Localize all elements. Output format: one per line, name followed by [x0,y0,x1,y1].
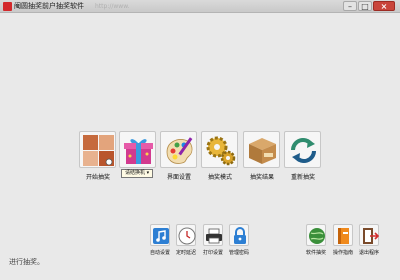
interface-settings-button[interactable] [160,131,197,168]
music-icon [153,228,169,244]
title-bar: 阉圆抽奖前户抽奖软件 http://www. – □ × [0,0,400,13]
clock-icon [178,227,196,245]
user-guide-button[interactable] [333,224,353,246]
software-draw-button[interactable] [306,224,326,246]
maximize-button[interactable]: □ [358,1,372,11]
book-icon [338,228,349,244]
print-settings-button[interactable] [203,224,223,246]
refresh-icon [291,138,316,163]
printer-icon [206,228,222,244]
auto-settings-button[interactable] [150,224,170,246]
window-title: 阉圆抽奖前户抽奖软件 [14,2,84,10]
admin-password-button[interactable] [229,224,249,246]
globe-icon [309,228,325,244]
status-text: 进行抽奖。 [9,258,44,266]
tooltip: 请结换机 ▾ [121,169,154,178]
redraw-label: 重新抽奖 [290,174,315,181]
exit-program-button[interactable] [359,224,379,246]
close-button[interactable]: × [373,1,395,11]
app-icon [3,2,12,11]
box-icon [249,138,276,164]
gift-icon [124,139,153,164]
gears-icon [206,136,236,166]
start-draw-label: 开始抽奖 [85,174,110,181]
start-draw-button[interactable] [79,131,116,168]
exit-program-label: 退出程序 [358,250,379,256]
prize-settings-button[interactable] [119,131,156,168]
squares-icon [83,135,114,166]
lock-icon [234,227,246,244]
minimize-button[interactable]: – [343,1,357,11]
timer-delay-button[interactable] [176,224,196,246]
window-title-url: http://www. [95,3,130,10]
redraw-button[interactable] [284,131,321,168]
exit-icon [363,228,379,244]
palette-icon [166,137,193,164]
draw-mode-button[interactable] [201,131,238,168]
draw-results-button[interactable] [243,131,280,168]
admin-password-label: 管理密码 [228,250,249,256]
